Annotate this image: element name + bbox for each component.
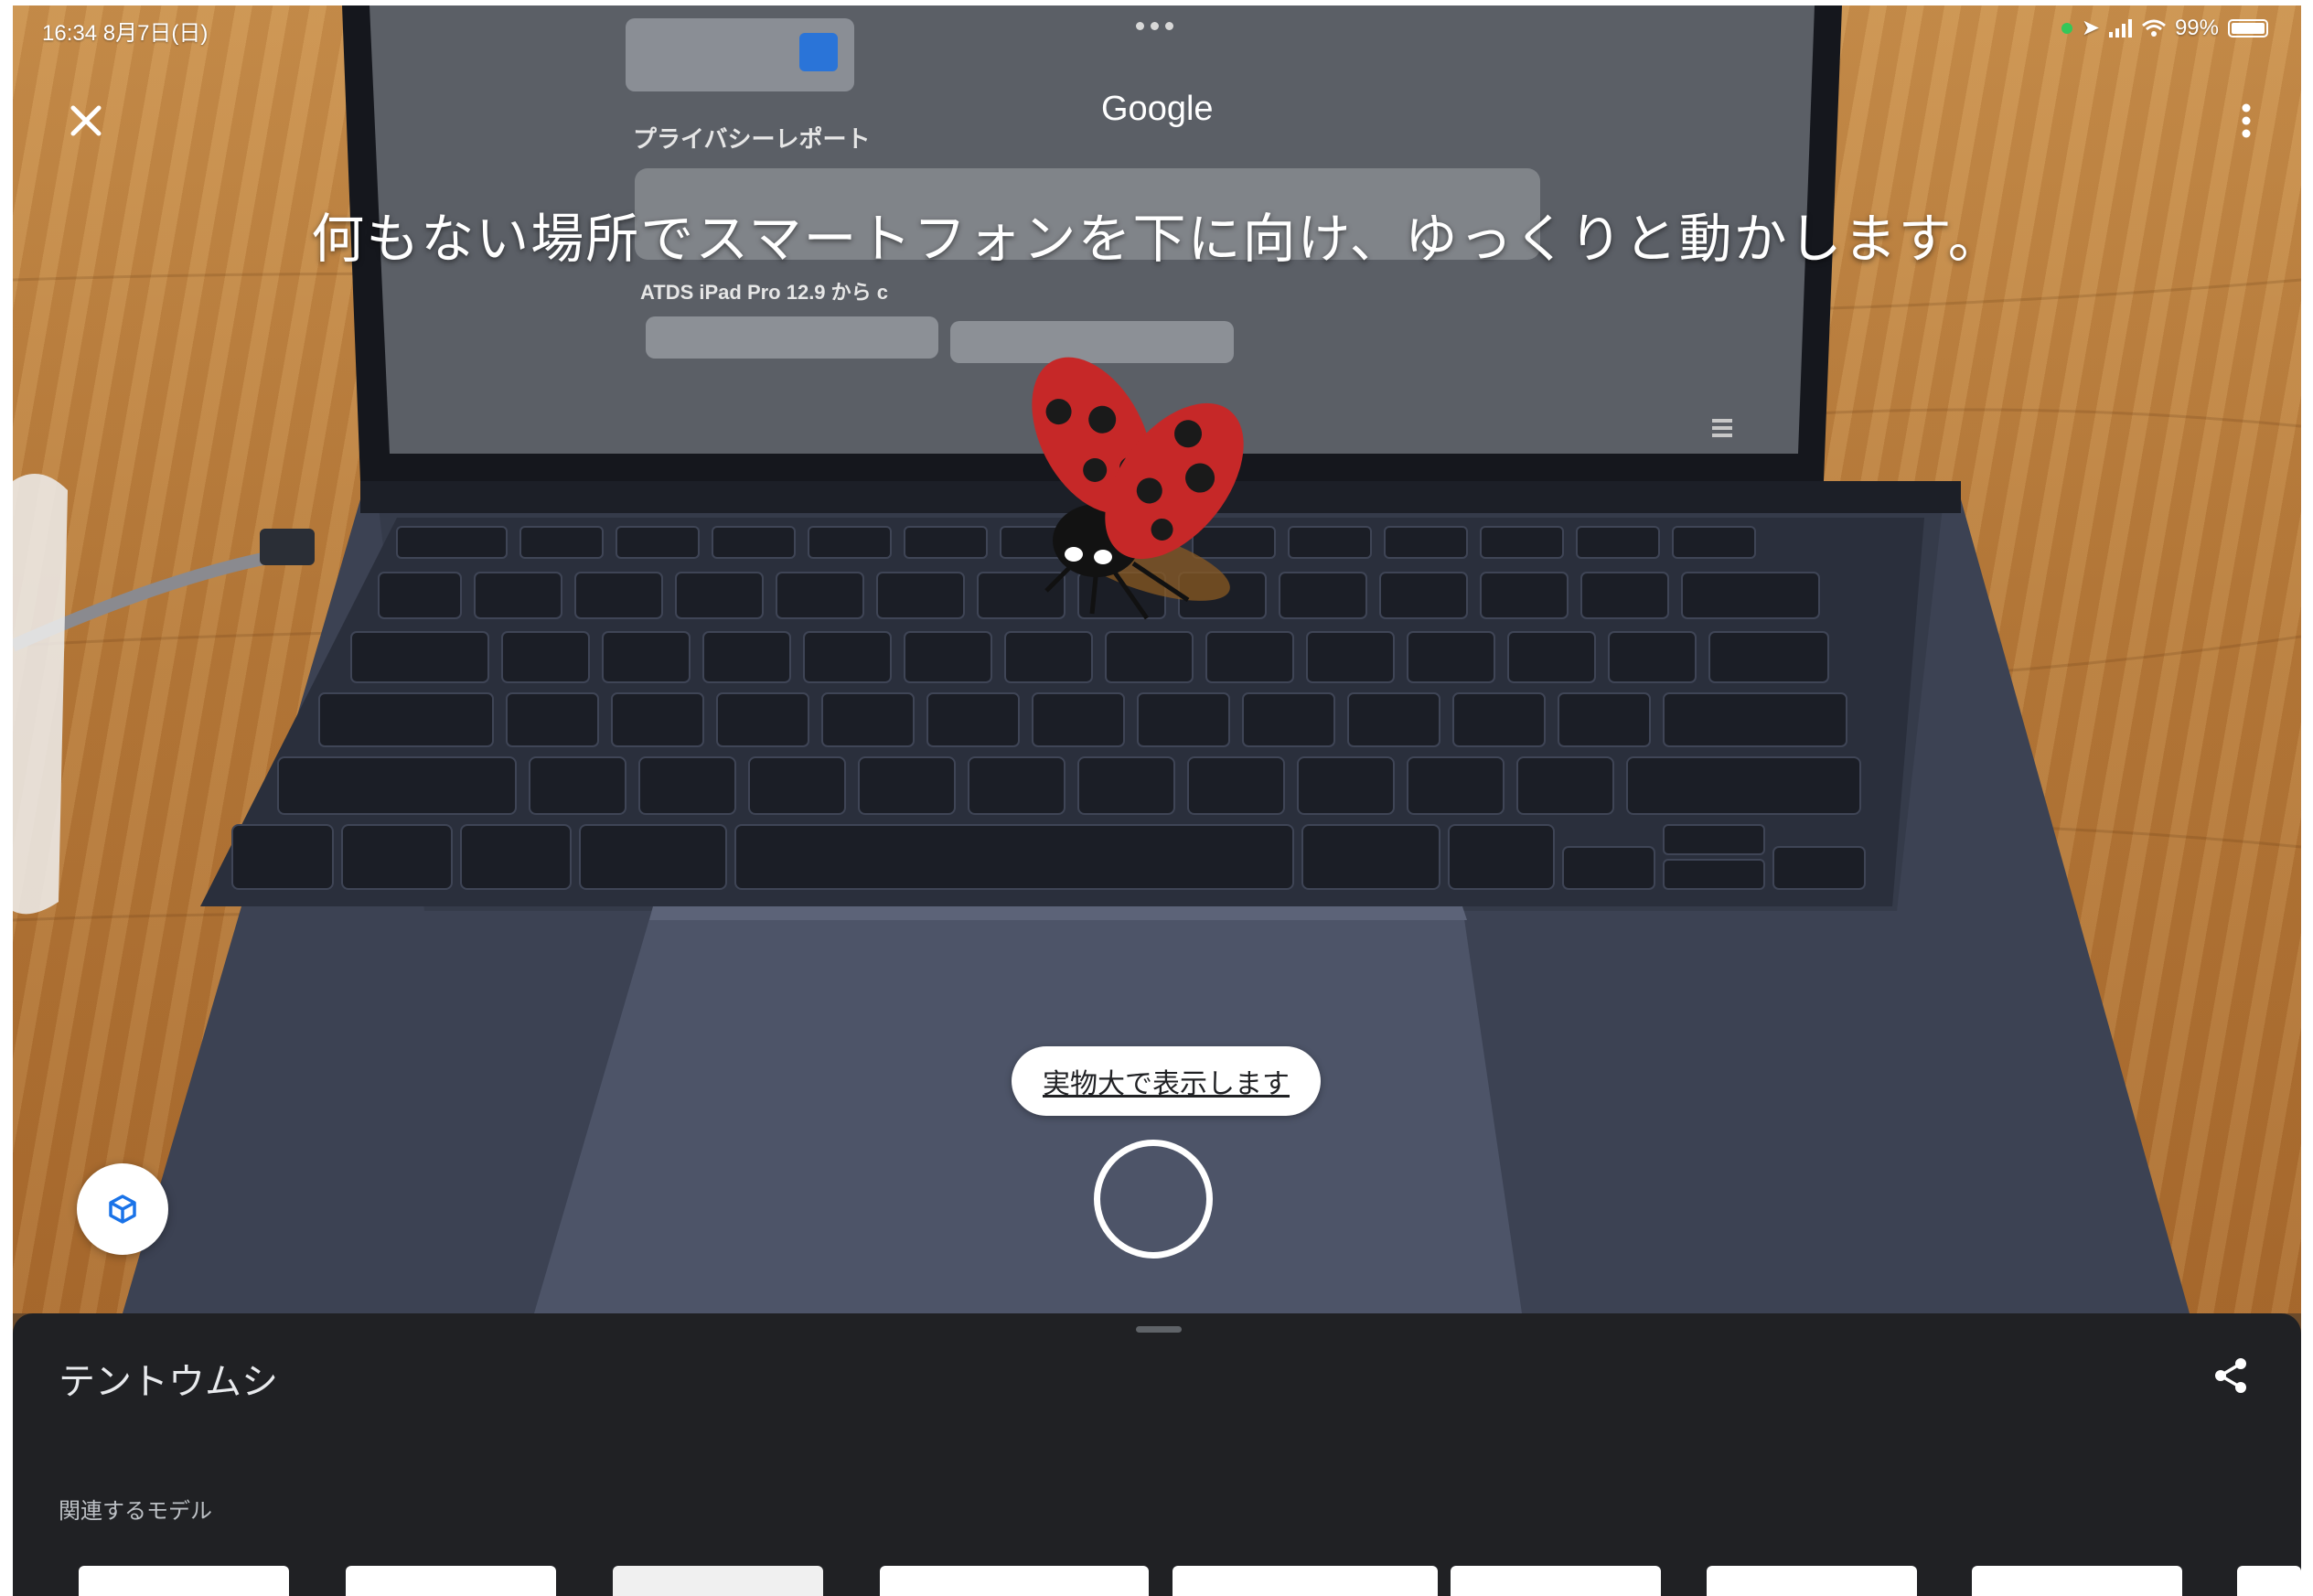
related-model-thumbnail[interactable] (613, 1566, 823, 1596)
model-title: テントウムシ (59, 1361, 278, 1403)
share-icon (2215, 1358, 2246, 1393)
related-model-thumbnail[interactable] (1707, 1566, 1917, 1596)
more-options-button[interactable] (2228, 95, 2265, 146)
battery-icon (2228, 18, 2268, 37)
wifi-icon (2141, 19, 2166, 37)
view-actual-size-button[interactable]: 実物大で表示します (1012, 1046, 1321, 1116)
screen-privacy-report: プライバシーレポート (633, 126, 871, 154)
shutter-button[interactable] (1094, 1140, 1213, 1259)
status-time-date: 16:34 8月7日(日) (42, 21, 209, 46)
cube-icon (109, 1194, 136, 1224)
ar-view: Google プライバシーレポート ATDS iPad Pro 12.9 から … (13, 5, 2301, 1596)
related-model-thumbnail[interactable] (880, 1566, 1149, 1596)
bottom-sheet[interactable]: テントウムシ 関連するモデル (13, 1313, 2301, 1596)
related-models-label: 関連するモデル (59, 1498, 212, 1524)
more-vert-icon (2242, 103, 2251, 138)
3d-model-button[interactable] (77, 1163, 168, 1255)
camera-indicator-icon (2061, 22, 2072, 34)
related-model-thumbnail[interactable] (346, 1566, 556, 1596)
related-model-thumbnail[interactable] (1451, 1566, 1661, 1596)
close-icon (70, 105, 102, 136)
related-model-thumbnail[interactable] (2237, 1566, 2301, 1596)
signal-icon (2108, 18, 2132, 37)
sheet-drag-handle[interactable] (1136, 1326, 1182, 1333)
screen-device-line: ATDS iPad Pro 12.9 から c (640, 281, 889, 304)
related-models-strip[interactable] (79, 1566, 2301, 1596)
related-model-thumbnail[interactable] (1972, 1566, 2182, 1596)
related-model-thumbnail[interactable] (79, 1566, 289, 1596)
status-indicators: ➤ 99% (2061, 15, 2268, 41)
close-button[interactable] (60, 95, 112, 146)
ar-instruction-text: 何もない場所でスマートフォンを下に向け、ゆっくりと動かします。 (311, 208, 2003, 270)
battery-percent: 99% (2174, 15, 2219, 40)
share-button[interactable] (2210, 1354, 2254, 1398)
related-model-thumbnail[interactable] (1173, 1566, 1438, 1596)
multitasking-menu-icon[interactable] (1136, 22, 1173, 30)
location-icon: ➤ (2081, 16, 2100, 40)
screen-google-text: Google (1101, 90, 1214, 128)
